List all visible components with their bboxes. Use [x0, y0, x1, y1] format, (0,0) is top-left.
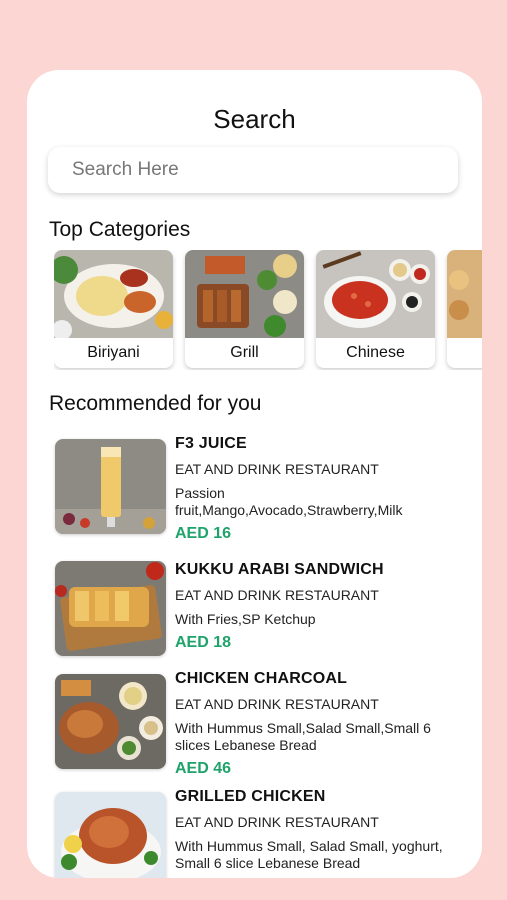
item-image: [55, 674, 166, 769]
item-name: F3 JUICE: [175, 435, 247, 452]
category-card-more[interactable]: [447, 250, 482, 368]
category-label: Biriyani: [87, 344, 140, 361]
item-price: AED 18: [175, 634, 232, 651]
item-description: Passion fruit,Mango,Avocado,Strawberry,M…: [175, 485, 403, 518]
item-image: [55, 561, 166, 656]
item-name: GRILLED CHICKEN: [175, 788, 326, 805]
chinese-image: [316, 250, 435, 338]
category-label: [447, 338, 482, 368]
item-restaurant: EAT AND DRINK RESTAURANT: [175, 696, 379, 712]
item-image: [55, 439, 166, 534]
category-image: [447, 250, 482, 338]
search-bar[interactable]: [48, 147, 458, 193]
search-screen-card: Search Top Categories Biriyani: [27, 70, 482, 878]
item-price: AED 16: [175, 525, 232, 542]
page-title: Search: [213, 104, 296, 134]
item-description: With Fries,SP Ketchup: [175, 611, 316, 627]
top-categories-heading: Top Categories: [49, 218, 191, 241]
category-carousel[interactable]: Biriyani Grill Chinese: [54, 250, 482, 370]
item-restaurant: EAT AND DRINK RESTAURANT: [175, 461, 379, 477]
item-restaurant: EAT AND DRINK RESTAURANT: [175, 587, 379, 603]
item-price: AED 46: [175, 760, 232, 777]
category-card-chinese[interactable]: Chinese: [316, 250, 435, 368]
item-description: With Hummus Small, Salad Small, yoghurt,…: [175, 838, 443, 871]
item-name: CHICKEN CHARCOAL: [175, 670, 348, 687]
category-card-grill[interactable]: Grill: [185, 250, 304, 368]
grill-image: [185, 250, 304, 338]
item-name: KUKKU ARABI SANDWICH: [175, 561, 384, 578]
item-description: With Hummus Small,Salad Small,Small 6 sl…: [175, 720, 431, 753]
category-card-biriyani[interactable]: Biriyani: [54, 250, 173, 368]
item-image: [55, 792, 166, 878]
category-label: Grill: [230, 344, 259, 361]
search-input[interactable]: [72, 147, 434, 193]
category-label: Chinese: [346, 344, 405, 361]
recommended-heading: Recommended for you: [49, 392, 262, 415]
biriyani-image: [54, 250, 173, 338]
item-restaurant: EAT AND DRINK RESTAURANT: [175, 814, 379, 830]
